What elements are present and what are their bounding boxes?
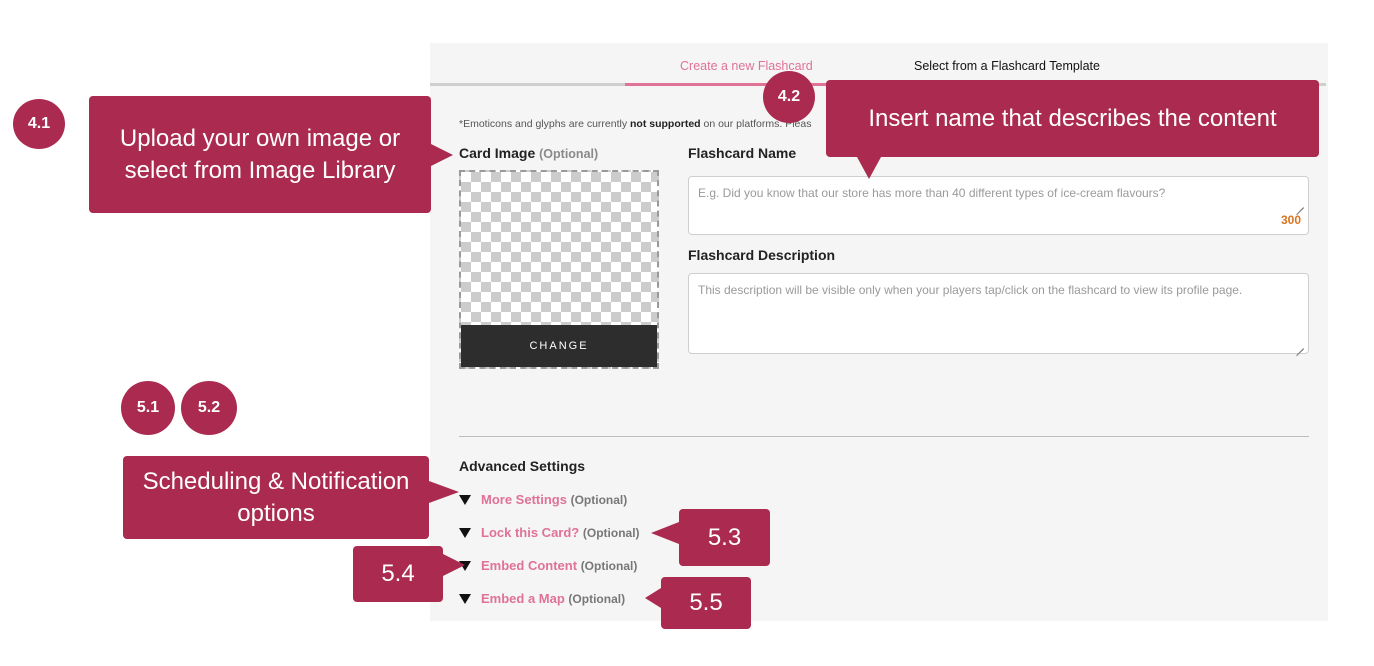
badge-4-2: 4.2 bbox=[763, 71, 815, 123]
callout-pointer bbox=[857, 157, 881, 179]
flashcard-description-label: Flashcard Description bbox=[688, 247, 836, 263]
tab-select-template[interactable]: Select from a Flashcard Template bbox=[914, 59, 1100, 73]
flashcard-name-label: Flashcard Name bbox=[688, 145, 797, 161]
lock-card-toggle[interactable]: Lock this Card? (Optional) bbox=[459, 525, 640, 540]
resize-handle-icon[interactable] bbox=[1296, 200, 1304, 208]
caret-down-icon bbox=[459, 528, 471, 538]
advanced-settings-heading: Advanced Settings bbox=[459, 458, 586, 474]
flashcard-name-callout: Insert name that describes the content bbox=[826, 80, 1319, 157]
callout-pointer bbox=[429, 481, 459, 503]
callout-pointer bbox=[651, 522, 679, 544]
flashcard-name-input[interactable]: E.g. Did you know that our store has mor… bbox=[688, 176, 1309, 235]
change-image-button[interactable]: CHANGE bbox=[461, 325, 657, 367]
upload-image-callout: Upload your own image or select from Ima… bbox=[89, 96, 431, 213]
scheduling-callout: Scheduling & Notification options bbox=[123, 456, 429, 539]
caret-down-icon bbox=[459, 495, 471, 505]
character-counter: 300 bbox=[1280, 213, 1301, 227]
callout-pointer bbox=[431, 144, 453, 166]
emoticon-notice: *Emoticons and glyphs are currently not … bbox=[459, 118, 812, 130]
caret-down-icon bbox=[459, 594, 471, 604]
badge-5-2: 5.2 bbox=[181, 381, 237, 435]
callout-pointer bbox=[443, 554, 465, 576]
flashcard-description-placeholder: This description will be visible only wh… bbox=[698, 283, 1243, 297]
flashcard-name-placeholder: E.g. Did you know that our store has mor… bbox=[698, 186, 1166, 200]
badge-5-3: 5.3 bbox=[679, 509, 770, 566]
embed-map-toggle[interactable]: Embed a Map (Optional) bbox=[459, 591, 625, 606]
callout-pointer bbox=[645, 588, 661, 608]
more-settings-toggle[interactable]: More Settings (Optional) bbox=[459, 492, 627, 507]
flashcard-description-input[interactable]: This description will be visible only wh… bbox=[688, 273, 1309, 354]
badge-5-5: 5.5 bbox=[661, 577, 751, 629]
section-divider bbox=[459, 436, 1309, 437]
badge-5-1: 5.1 bbox=[121, 381, 175, 435]
card-image-label: Card Image (Optional) bbox=[459, 145, 599, 161]
card-image-preview[interactable]: CHANGE bbox=[459, 170, 659, 369]
embed-content-toggle[interactable]: Embed Content (Optional) bbox=[459, 558, 637, 573]
resize-handle-icon[interactable] bbox=[1296, 341, 1304, 349]
badge-5-4: 5.4 bbox=[353, 546, 443, 602]
badge-4-1: 4.1 bbox=[13, 99, 65, 149]
